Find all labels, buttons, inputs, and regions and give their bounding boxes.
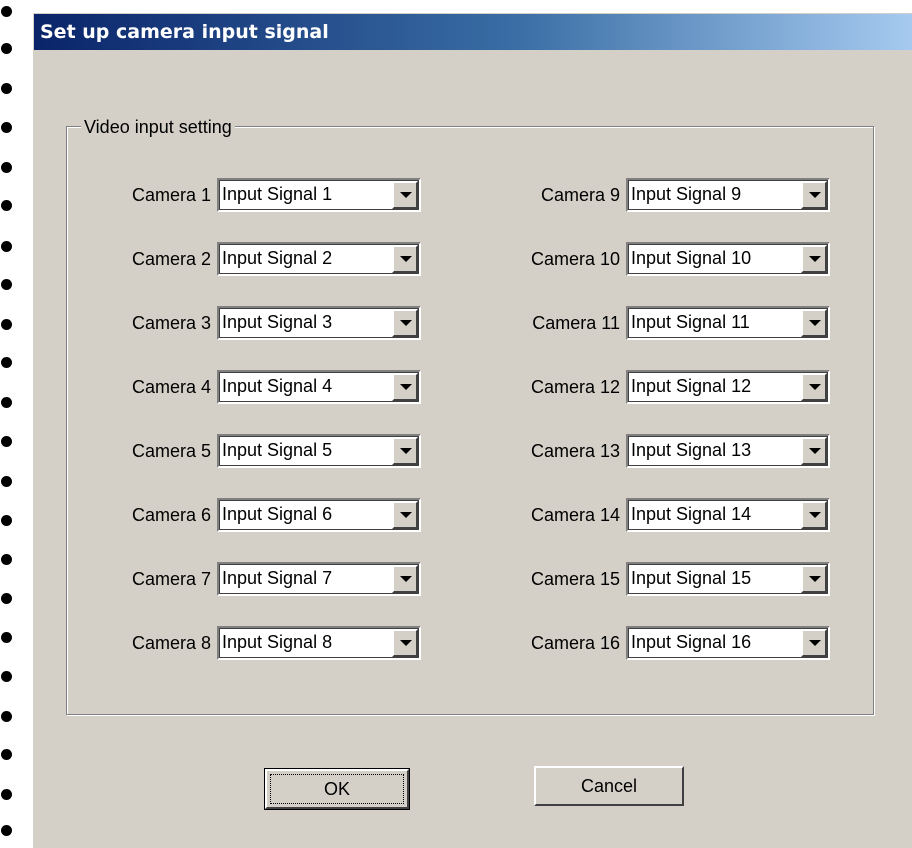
chevron-down-icon (809, 576, 821, 582)
ok-button[interactable]: OK (264, 768, 410, 810)
input-signal-select[interactable]: Input Signal 10 (626, 242, 830, 276)
input-signal-select[interactable]: Input Signal 15 (626, 562, 830, 596)
bullet-icon (1, 200, 12, 211)
camera-row: Camera 11 Input Signal 11 (33, 306, 912, 340)
chevron-down-icon (809, 512, 821, 518)
bullet-icon (1, 515, 12, 526)
camera-label: Camera 14 (530, 505, 620, 525)
cancel-button-label: Cancel (580, 776, 638, 796)
camera-label: Camera 16 (530, 633, 620, 653)
camera-row: Camera 15 Input Signal 15 (33, 562, 912, 596)
dropdown-button[interactable] (801, 437, 827, 465)
chevron-down-icon (809, 640, 821, 646)
input-signal-value: Input Signal 9 (631, 184, 742, 204)
camera-row: Camera 13 Input Signal 13 (33, 434, 912, 468)
dropdown-button[interactable] (801, 373, 827, 401)
camera-label: Camera 12 (530, 377, 620, 397)
camera-input-dialog: Set up camera input signal Video input s… (32, 12, 912, 848)
dropdown-button[interactable] (801, 501, 827, 529)
camera-row: Camera 9 Input Signal 9 (33, 178, 912, 212)
bullet-icon (1, 83, 12, 94)
chevron-down-icon (809, 448, 821, 454)
bullet-icon (1, 476, 12, 487)
camera-label: Camera 15 (530, 569, 620, 589)
input-signal-select[interactable]: Input Signal 9 (626, 178, 830, 212)
bullet-icon (1, 397, 12, 408)
bullet-icon (1, 749, 12, 760)
input-signal-select[interactable]: Input Signal 16 (626, 626, 830, 660)
camera-label: Camera 11 (532, 313, 620, 333)
bullet-icon (1, 43, 12, 54)
camera-row: Camera 10 Input Signal 10 (33, 242, 912, 276)
input-signal-value: Input Signal 13 (631, 440, 752, 460)
input-signal-value: Input Signal 10 (631, 248, 752, 268)
bullet-icon (1, 162, 12, 173)
dropdown-button[interactable] (801, 181, 827, 209)
chevron-down-icon (809, 256, 821, 262)
input-signal-value: Input Signal 16 (631, 632, 752, 652)
focus-ring (270, 774, 404, 804)
camera-label: Camera 10 (530, 249, 620, 269)
bullet-icon (1, 6, 12, 17)
input-signal-select[interactable]: Input Signal 11 (626, 306, 830, 340)
groupbox-label: Video input setting (81, 116, 235, 138)
bullet-icon (1, 825, 12, 836)
input-signal-select[interactable]: Input Signal 12 (626, 370, 830, 404)
bullet-icon (1, 632, 12, 643)
camera-row: Camera 16 Input Signal 16 (33, 626, 912, 660)
dropdown-button[interactable] (801, 629, 827, 657)
dropdown-button[interactable] (801, 565, 827, 593)
cancel-button[interactable]: Cancel (534, 766, 684, 806)
camera-row: Camera 12 Input Signal 12 (33, 370, 912, 404)
bullet-icon (1, 279, 12, 290)
input-signal-value: Input Signal 12 (631, 376, 752, 396)
bullet-icon (1, 436, 12, 447)
input-signal-select[interactable]: Input Signal 14 (626, 498, 830, 532)
chevron-down-icon (809, 384, 821, 390)
dropdown-button[interactable] (801, 245, 827, 273)
input-signal-value: Input Signal 14 (631, 504, 752, 524)
camera-label: Camera 9 (540, 185, 620, 205)
camera-row: Camera 14 Input Signal 14 (33, 498, 912, 532)
bullet-icon (1, 319, 12, 330)
chevron-down-icon (809, 192, 821, 198)
bullet-icon (1, 357, 12, 368)
dialog-title: Set up camera input signal (34, 14, 912, 50)
input-signal-select[interactable]: Input Signal 13 (626, 434, 830, 468)
camera-label: Camera 13 (530, 441, 620, 461)
bullet-icon (1, 241, 12, 252)
input-signal-value: Input Signal 11 (631, 312, 750, 332)
bullet-icon (1, 671, 12, 682)
bullet-icon (1, 711, 12, 722)
bullet-icon (1, 593, 12, 604)
bullet-icon (1, 789, 12, 800)
dropdown-button[interactable] (801, 309, 827, 337)
chevron-down-icon (809, 320, 821, 326)
bullet-icon (1, 122, 12, 133)
input-signal-value: Input Signal 15 (631, 568, 752, 588)
bullet-icon (1, 554, 12, 565)
